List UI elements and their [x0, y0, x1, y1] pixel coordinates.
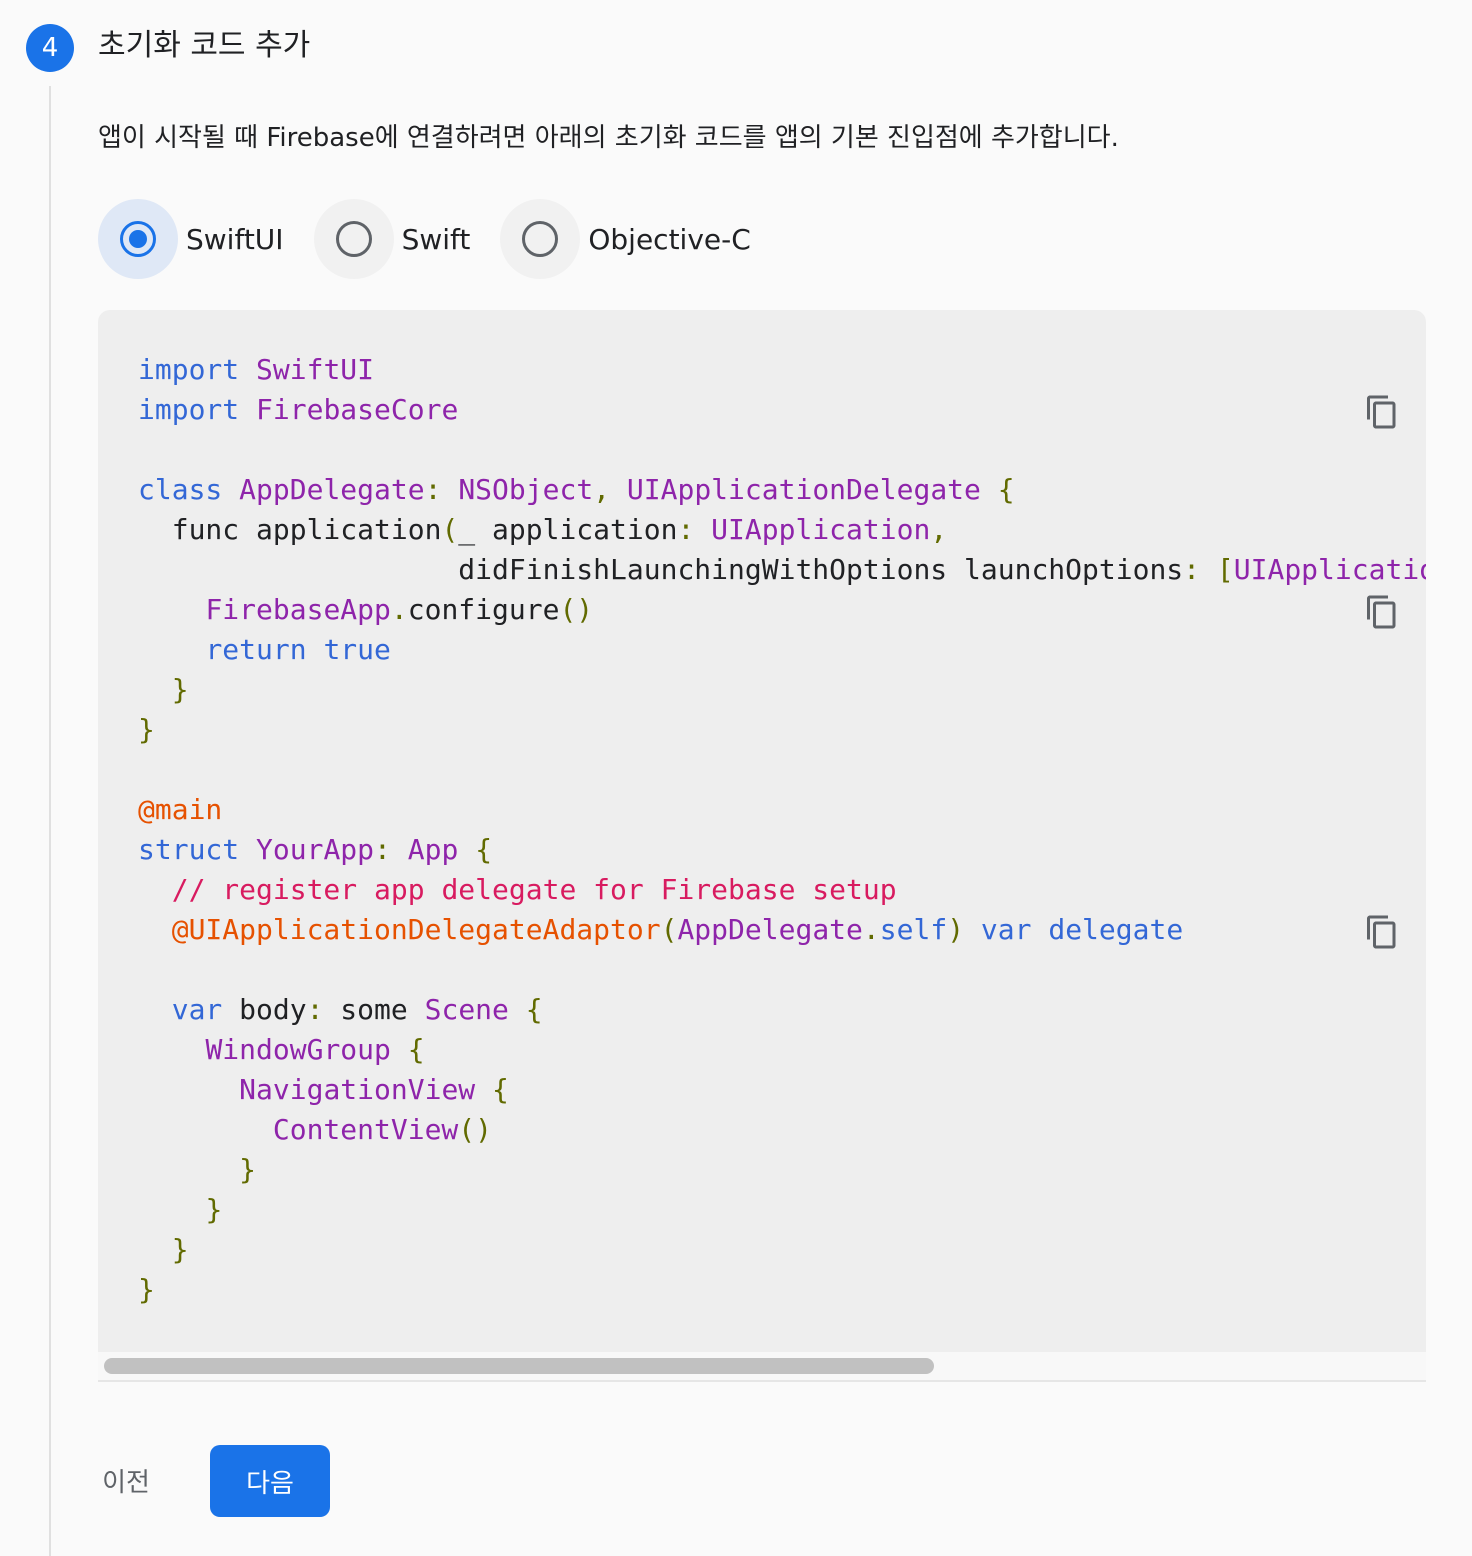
radio-option-swift[interactable]: Swift: [313, 199, 471, 279]
next-button[interactable]: 다음: [210, 1445, 330, 1517]
code-line: }: [205, 1193, 223, 1226]
copy-button[interactable]: [1360, 390, 1404, 434]
radio-halo: [313, 199, 394, 279]
code-line: }: [171, 673, 189, 706]
code-line: }: [138, 1273, 155, 1306]
code-block: import SwiftUI import FirebaseCore class…: [138, 350, 1426, 1310]
code-line: import FirebaseCore: [138, 393, 459, 426]
copy-icon: [1367, 915, 1396, 949]
code-line: // register app delegate for Firebase se…: [171, 873, 897, 906]
code-line: @UIApplicationDelegateAdaptor(AppDelegat…: [171, 913, 1184, 946]
code-line: import SwiftUI: [138, 353, 375, 386]
radio-halo: [98, 199, 178, 279]
code-line: @main: [138, 793, 223, 826]
radio-button-unchecked[interactable]: [335, 221, 372, 257]
radio-button-unchecked[interactable]: [522, 221, 559, 257]
code-line: NavigationView {: [239, 1073, 509, 1106]
radio-label: SwiftUI: [186, 222, 284, 256]
radio-dot: [129, 230, 147, 248]
code-line: ContentView(): [272, 1113, 493, 1146]
code-line: class AppDelegate: NSObject, UIApplicati…: [138, 473, 1015, 506]
radio-label: Swift: [401, 222, 471, 256]
radio-option-swiftui[interactable]: SwiftUI: [98, 199, 284, 279]
radio-button-checked[interactable]: [120, 221, 156, 257]
code-line: func application(_ application: UIApplic…: [138, 513, 948, 546]
copy-icon: [1367, 395, 1396, 429]
step-title: 초기화 코드 추가: [98, 28, 311, 63]
radio-halo: [500, 199, 581, 279]
step-connector-line: [49, 86, 51, 1556]
step-description: 앱이 시작될 때 Firebase에 연결하려면 아래의 초기화 코드를 앱의 …: [98, 123, 1119, 153]
code-line: didFinishLaunchingWithOptions launchOpti…: [138, 553, 1426, 586]
radio-option-objective-c[interactable]: Objective-C: [500, 199, 751, 279]
radio-label: Objective-C: [588, 222, 751, 256]
previous-button[interactable]: 이전: [86, 1448, 166, 1512]
code-line: FirebaseApp.configure(): [205, 593, 594, 626]
scrollbar-thumb[interactable]: [104, 1358, 934, 1374]
code-snippet-panel[interactable]: import SwiftUI import FirebaseCore class…: [98, 310, 1426, 1352]
code-line: }: [171, 1233, 189, 1266]
horizontal-scrollbar[interactable]: [98, 1352, 1426, 1382]
code-line: }: [138, 713, 155, 746]
copy-button[interactable]: [1360, 910, 1404, 954]
code-line: struct YourApp: App {: [138, 833, 493, 866]
code-line: var body: some Scene {: [171, 993, 543, 1026]
code-line: WindowGroup {: [205, 1033, 425, 1066]
step-number-badge: 4: [26, 24, 74, 72]
language-radio-group: SwiftUI Swift Objective-C: [98, 198, 781, 280]
copy-button[interactable]: [1360, 590, 1404, 634]
code-line: }: [239, 1153, 257, 1186]
code-line: return true: [205, 633, 391, 666]
copy-icon: [1367, 595, 1396, 629]
